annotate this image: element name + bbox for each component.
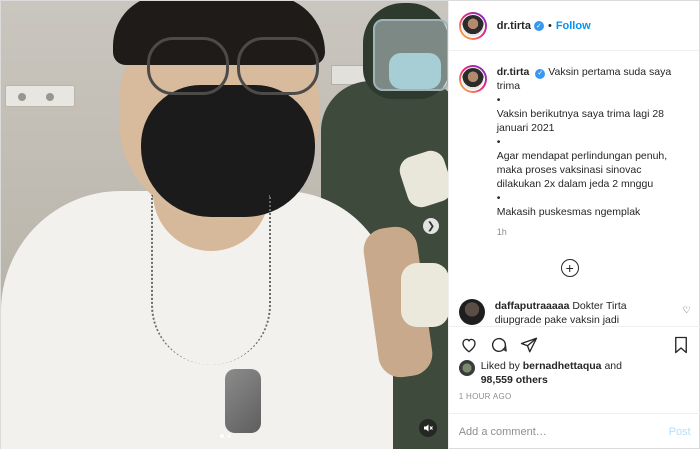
- likes-summary: Liked by bernadhettaqua and 98,559 other…: [458, 359, 622, 387]
- avatar[interactable]: [458, 11, 487, 40]
- next-arrow-icon[interactable]: ❯: [423, 218, 439, 234]
- caption-line: Agar mendapat perlindungan penuh, maka p…: [496, 150, 668, 190]
- follow-button[interactable]: Follow: [556, 20, 591, 32]
- instagram-post: ❯ dr.tirta ✓ • Follow dr.tirta ✓ Vaksin …: [0, 0, 700, 449]
- small-heart-icon[interactable]: ♡: [683, 305, 691, 325]
- posted-time[interactable]: 1 HOUR AGO: [459, 392, 512, 401]
- likes-prefix: Liked by: [480, 360, 520, 372]
- necklace-chain: [151, 195, 271, 365]
- caption-line: Makasih puskesmas ngemplak: [496, 206, 641, 218]
- carousel-dot: [226, 434, 231, 438]
- comment-icon[interactable]: [489, 335, 509, 355]
- face-shield: [373, 19, 448, 91]
- add-comment-bar: Post: [448, 413, 700, 449]
- liker-avatar[interactable]: [458, 360, 475, 376]
- dog-tag: [225, 369, 261, 433]
- caption-body: dr.tirta ✓ Vaksin pertama suda saya trim…: [497, 65, 687, 291]
- glove: [401, 263, 448, 327]
- comment-username[interactable]: daffaputraaaaa: [495, 300, 570, 312]
- post-side-panel: dr.tirta ✓ • Follow dr.tirta ✓ Vaksin pe…: [447, 1, 700, 449]
- liker-username[interactable]: bernadhettaqua: [523, 360, 602, 372]
- commenter-avatar[interactable]: [458, 299, 485, 325]
- likes-others[interactable]: 98,559 others: [481, 374, 548, 386]
- caption-time[interactable]: 1h: [497, 227, 687, 237]
- post-button[interactable]: Post: [669, 426, 691, 438]
- header-username[interactable]: dr.tirta: [497, 20, 531, 32]
- plus-circle-icon[interactable]: +: [560, 259, 579, 277]
- verified-badge-icon: ✓: [535, 69, 546, 79]
- separator: •: [547, 19, 552, 32]
- post-header: dr.tirta ✓ • Follow: [448, 1, 699, 51]
- mute-icon[interactable]: [419, 419, 437, 437]
- glasses-lens-left: [147, 37, 229, 95]
- heart-icon[interactable]: [459, 335, 479, 355]
- glasses-lens-right: [237, 37, 319, 95]
- comment-input[interactable]: [458, 426, 669, 438]
- avatar[interactable]: [458, 65, 487, 93]
- carousel-dots: [1, 434, 448, 438]
- wall-outlet: [5, 85, 75, 107]
- caption-username[interactable]: dr.tirta: [497, 66, 530, 78]
- likes-text: Liked by bernadhettaqua and 98,559 other…: [481, 359, 622, 387]
- comment-text-block: daffaputraaaaa Dokter Tirta diupgrade pa…: [495, 299, 665, 325]
- comment-item: daffaputraaaaa Dokter Tirta diupgrade pa…: [458, 299, 691, 325]
- caption-line: •: [496, 192, 501, 204]
- caption-line: •: [496, 94, 501, 106]
- verified-badge-icon: ✓: [533, 20, 544, 31]
- bookmark-icon[interactable]: [671, 335, 691, 355]
- caption-line: Vaksin berikutnya saya trima lagi 28 jan…: [496, 108, 665, 134]
- caption-line: •: [496, 136, 501, 148]
- carousel-dot-active: [219, 434, 224, 438]
- action-bar: [448, 326, 700, 362]
- post-photo[interactable]: ❯: [1, 1, 448, 449]
- caption: dr.tirta ✓ Vaksin pertama suda saya trim…: [449, 51, 699, 291]
- share-icon[interactable]: [519, 335, 539, 355]
- likes-conj: and: [604, 360, 622, 372]
